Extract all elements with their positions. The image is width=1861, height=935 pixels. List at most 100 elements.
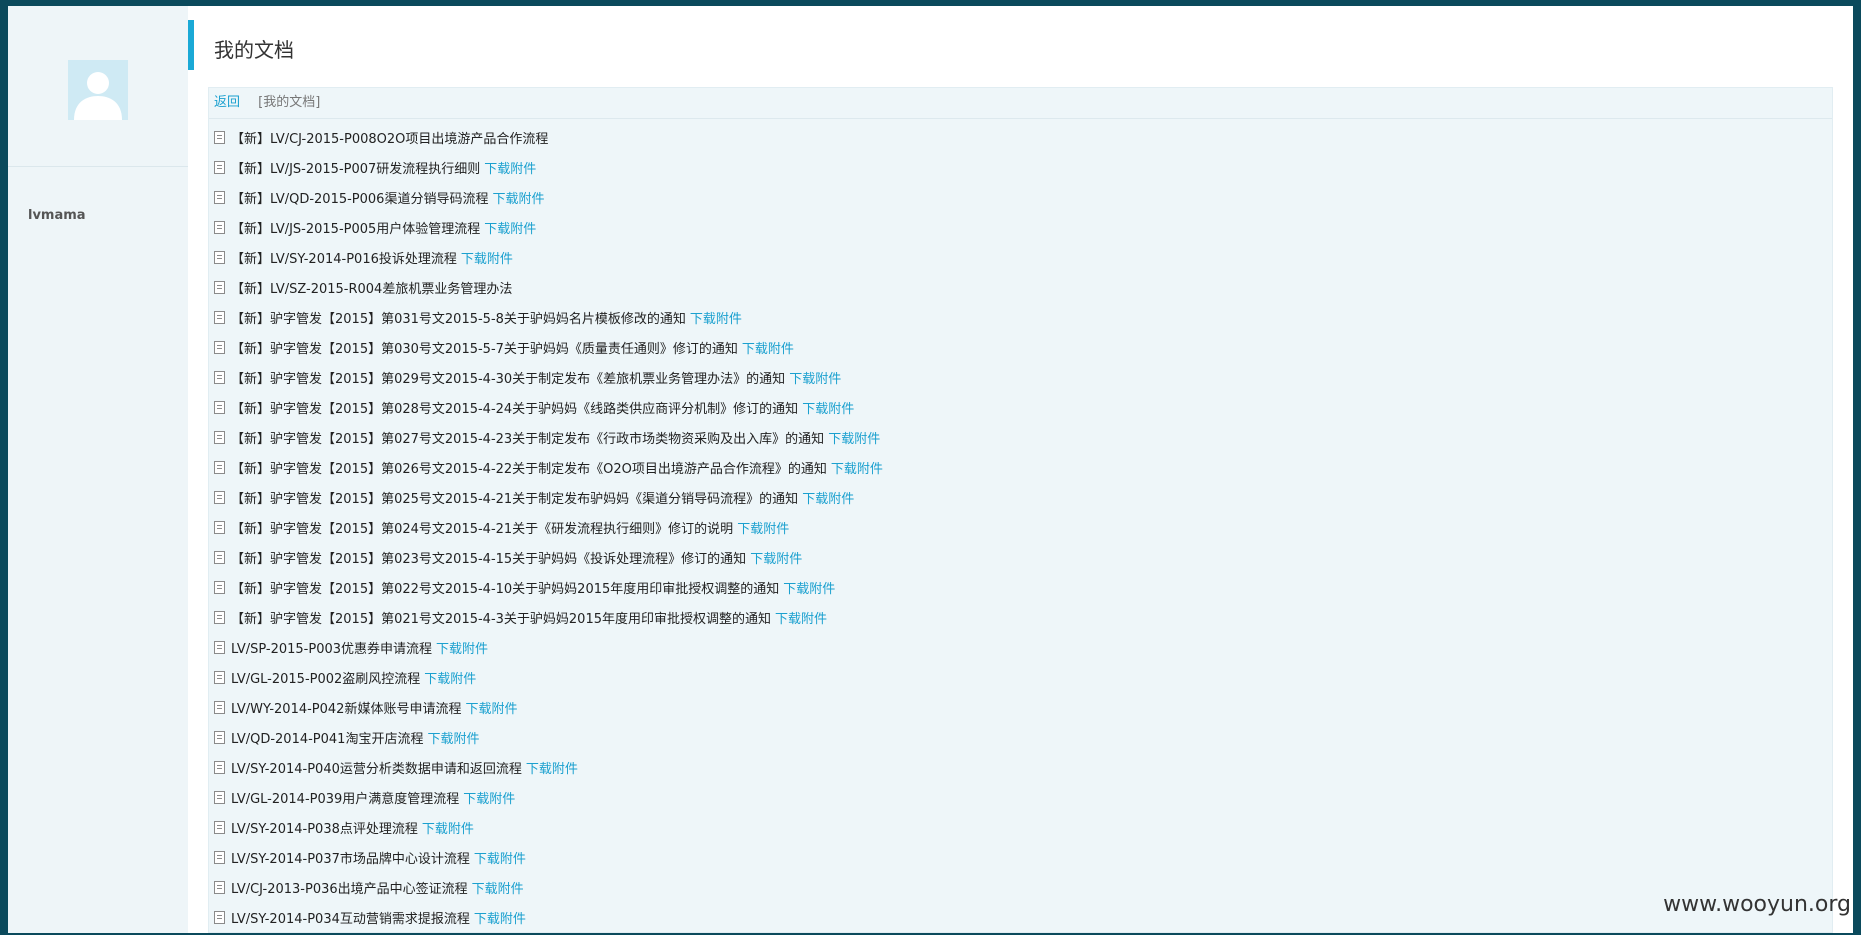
document-item: 【新】LV/JS-2015-P005用户体验管理流程 下载附件 <box>209 215 1832 245</box>
document-item: 【新】驴字管发【2015】第026号文2015-4-22关于制定发布《O2O项目… <box>209 455 1832 485</box>
document-title: LV/GL-2014-P039用户满意度管理流程 <box>231 792 460 807</box>
download-attachment-link[interactable]: 下载附件 <box>690 312 742 327</box>
document-icon <box>214 371 225 384</box>
breadcrumb: 返回 [我的文档] <box>209 88 1832 119</box>
app-frame: lvmama 我的文档 返回 [我的文档] 【新】LV/CJ-2015-P008… <box>8 6 1853 933</box>
document-item: 【新】驴字管发【2015】第021号文2015-4-3关于驴妈妈2015年度用印… <box>209 605 1832 635</box>
document-title: LV/QD-2014-P041淘宝开店流程 <box>231 732 424 747</box>
document-item: 【新】LV/SZ-2015-R004差旅机票业务管理办法 <box>209 275 1832 305</box>
document-title: LV/SY-2014-P038点评处理流程 <box>231 822 418 837</box>
document-icon <box>214 221 225 234</box>
document-title: 【新】LV/SZ-2015-R004差旅机票业务管理办法 <box>231 282 513 297</box>
document-title: 【新】驴字管发【2015】第024号文2015-4-21关于《研发流程执行细则》… <box>231 522 734 537</box>
document-title: 【新】驴字管发【2015】第030号文2015-5-7关于驴妈妈《质量责任通则》… <box>231 342 738 357</box>
download-attachment-link[interactable]: 下载附件 <box>526 762 578 777</box>
download-attachment-link[interactable]: 下载附件 <box>775 612 827 627</box>
document-list: 【新】LV/CJ-2015-P008O2O项目出境游产品合作流程 【新】LV/JS… <box>209 119 1832 935</box>
document-title: 【新】LV/CJ-2015-P008O2O项目出境游产品合作流程 <box>231 132 549 147</box>
download-attachment-link[interactable]: 下载附件 <box>802 402 854 417</box>
sidebar: lvmama <box>8 6 189 933</box>
download-attachment-link[interactable]: 下载附件 <box>484 162 536 177</box>
document-item: LV/SY-2014-P037市场品牌中心设计流程 下载附件 <box>209 845 1832 875</box>
document-item: 【新】驴字管发【2015】第030号文2015-5-7关于驴妈妈《质量责任通则》… <box>209 335 1832 365</box>
download-attachment-link[interactable]: 下载附件 <box>750 552 802 567</box>
document-icon <box>214 311 225 324</box>
document-title: 【新】驴字管发【2015】第029号文2015-4-30关于制定发布《差旅机票业… <box>231 372 786 387</box>
download-attachment-link[interactable]: 下载附件 <box>484 222 536 237</box>
document-title: 【新】驴字管发【2015】第028号文2015-4-24关于驴妈妈《线路类供应商… <box>231 402 799 417</box>
document-icon <box>214 281 225 294</box>
document-icon <box>214 641 225 654</box>
document-icon <box>214 341 225 354</box>
download-attachment-link[interactable]: 下载附件 <box>422 822 474 837</box>
document-item: 【新】驴字管发【2015】第022号文2015-4-10关于驴妈妈2015年度用… <box>209 575 1832 605</box>
document-title: LV/WY-2014-P042新媒体账号申请流程 <box>231 702 462 717</box>
download-attachment-link[interactable]: 下载附件 <box>436 642 488 657</box>
document-icon <box>214 551 225 564</box>
main-panel: 我的文档 返回 [我的文档] 【新】LV/CJ-2015-P008O2O项目出境… <box>188 6 1853 933</box>
document-icon <box>214 821 225 834</box>
document-title: 【新】LV/JS-2015-P005用户体验管理流程 <box>231 222 481 237</box>
document-icon <box>214 611 225 624</box>
document-icon <box>214 131 225 144</box>
document-item: 【新】驴字管发【2015】第031号文2015-5-8关于驴妈妈名片模板修改的通… <box>209 305 1832 335</box>
download-attachment-link[interactable]: 下载附件 <box>783 582 835 597</box>
document-icon <box>214 791 225 804</box>
download-attachment-link[interactable]: 下载附件 <box>424 672 476 687</box>
download-attachment-link[interactable]: 下载附件 <box>831 462 883 477</box>
document-title: 【新】驴字管发【2015】第023号文2015-4-15关于驴妈妈《投诉处理流程… <box>231 552 747 567</box>
avatar[interactable] <box>68 60 128 120</box>
document-item: LV/WY-2014-P042新媒体账号申请流程 下载附件 <box>209 695 1832 725</box>
document-item: LV/SY-2014-P038点评处理流程 下载附件 <box>209 815 1832 845</box>
documents-panel: 返回 [我的文档] 【新】LV/CJ-2015-P008O2O项目出境游产品合作… <box>208 87 1833 933</box>
document-item: 【新】驴字管发【2015】第029号文2015-4-30关于制定发布《差旅机票业… <box>209 365 1832 395</box>
document-title: 【新】驴字管发【2015】第022号文2015-4-10关于驴妈妈2015年度用… <box>231 582 780 597</box>
document-item: LV/GL-2014-P039用户满意度管理流程 下载附件 <box>209 785 1832 815</box>
document-item: 【新】驴字管发【2015】第027号文2015-4-23关于制定发布《行政市场类… <box>209 425 1832 455</box>
document-icon <box>214 731 225 744</box>
document-title: LV/GL-2015-P002盗刷风控流程 <box>231 672 421 687</box>
document-icon <box>214 701 225 714</box>
document-title: 【新】驴字管发【2015】第027号文2015-4-23关于制定发布《行政市场类… <box>231 432 825 447</box>
document-title: 【新】LV/JS-2015-P007研发流程执行细则 <box>231 162 481 177</box>
breadcrumb-current: [我的文档] <box>258 95 321 110</box>
document-icon <box>214 911 225 924</box>
download-attachment-link[interactable]: 下载附件 <box>737 522 789 537</box>
document-icon <box>214 671 225 684</box>
download-attachment-link[interactable]: 下载附件 <box>742 342 794 357</box>
page-title: 我的文档 <box>214 38 294 62</box>
document-item: LV/QD-2014-P041淘宝开店流程 下载附件 <box>209 725 1832 755</box>
download-attachment-link[interactable]: 下载附件 <box>465 702 517 717</box>
title-bar: 我的文档 <box>188 20 1853 70</box>
document-icon <box>214 521 225 534</box>
back-link[interactable]: 返回 <box>214 95 240 110</box>
document-item: 【新】驴字管发【2015】第024号文2015-4-21关于《研发流程执行细则》… <box>209 515 1832 545</box>
download-attachment-link[interactable]: 下载附件 <box>474 852 526 867</box>
title-accent <box>188 20 194 70</box>
document-item: 【新】LV/JS-2015-P007研发流程执行细则 下载附件 <box>209 155 1832 185</box>
document-icon <box>214 761 225 774</box>
download-attachment-link[interactable]: 下载附件 <box>802 492 854 507</box>
download-attachment-link[interactable]: 下载附件 <box>789 372 841 387</box>
download-attachment-link[interactable]: 下载附件 <box>474 912 526 927</box>
document-title: LV/SY-2014-P034互动营销需求提报流程 <box>231 912 470 927</box>
document-icon <box>214 401 225 414</box>
document-title: 【新】驴字管发【2015】第026号文2015-4-22关于制定发布《O2O项目… <box>231 462 827 477</box>
document-item: LV/SY-2014-P040运营分析类数据申请和返回流程 下载附件 <box>209 755 1832 785</box>
user-silhouette-icon <box>68 60 128 120</box>
download-attachment-link[interactable]: 下载附件 <box>427 732 479 747</box>
watermark: www.wooyun.org <box>1663 892 1851 917</box>
document-title: 【新】LV/QD-2015-P006渠道分销导码流程 <box>231 192 489 207</box>
download-attachment-link[interactable]: 下载附件 <box>461 252 513 267</box>
download-attachment-link[interactable]: 下载附件 <box>463 792 515 807</box>
document-title: LV/SY-2014-P037市场品牌中心设计流程 <box>231 852 470 867</box>
document-icon <box>214 491 225 504</box>
document-title: 【新】驴字管发【2015】第031号文2015-5-8关于驴妈妈名片模板修改的通… <box>231 312 686 327</box>
document-title: LV/SP-2015-P003优惠券申请流程 <box>231 642 433 657</box>
download-attachment-link[interactable]: 下载附件 <box>472 882 524 897</box>
download-attachment-link[interactable]: 下载附件 <box>828 432 880 447</box>
document-title: 【新】驴字管发【2015】第021号文2015-4-3关于驴妈妈2015年度用印… <box>231 612 771 627</box>
document-item: LV/SY-2014-P034互动营销需求提报流程 下载附件 <box>209 905 1832 935</box>
download-attachment-link[interactable]: 下载附件 <box>492 192 544 207</box>
document-item: 【新】LV/CJ-2015-P008O2O项目出境游产品合作流程 <box>209 125 1832 155</box>
